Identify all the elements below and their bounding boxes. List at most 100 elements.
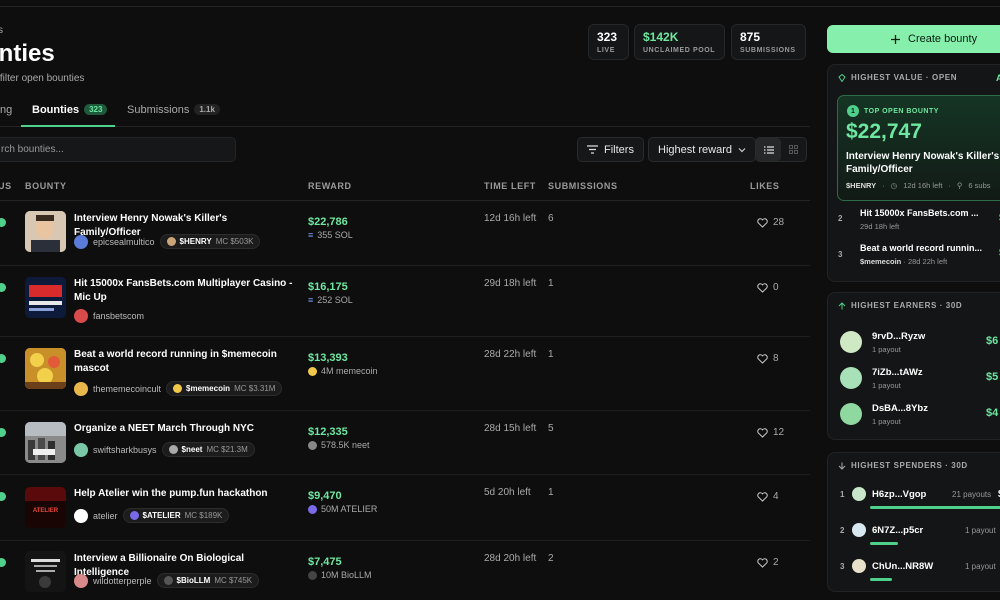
neet-icon (308, 440, 317, 450)
column-status[interactable]: US (0, 181, 12, 191)
table-row[interactable]: Organize a NEET March Through NYC swifts… (0, 411, 810, 475)
list-item[interactable]: 3 Beat a world record runnin... $memecoi… (838, 243, 1000, 273)
reward-token: 578.5K neet (308, 440, 370, 450)
spender-payouts: 21 payouts (952, 490, 992, 499)
sort-select[interactable]: Highest reward (648, 137, 756, 162)
creator-name[interactable]: atelier (93, 511, 118, 521)
coin-badge[interactable]: $neet MC $21.3M (161, 442, 255, 457)
page-title: unties (0, 40, 55, 67)
rank-number: 3 (840, 562, 845, 571)
view-all-link[interactable]: A (996, 73, 1000, 83)
coin-badge[interactable]: $memecoin MC $3.31M (166, 381, 283, 396)
spend-share-bar (870, 542, 898, 545)
stat-label: LIVE (597, 47, 615, 54)
creator-name[interactable]: swiftsharkbusys (93, 445, 157, 455)
submissions-icon: ⚲ (956, 181, 963, 190)
earner-name[interactable]: DsBA...8Ybz (872, 403, 928, 414)
search-input[interactable] (0, 138, 235, 161)
filters-label: Filters (604, 143, 634, 156)
bounty-creator: atelier $ATELIER MC $189K (74, 508, 230, 523)
page-subtitle: nd filter open bounties (0, 73, 85, 84)
column-likes[interactable]: LIKES (750, 181, 780, 191)
earner-name[interactable]: 7iZb...tAWz (872, 367, 923, 378)
create-bounty-label: Create bounty (908, 33, 978, 45)
coin-market-cap: MC $503K (215, 237, 254, 246)
create-bounty-button[interactable]: Create bounty (827, 25, 1000, 53)
heart-icon (757, 282, 768, 293)
coin-market-cap: MC $189K (184, 511, 223, 520)
bounty-title[interactable]: Hit 15000x FansBets.com Multiplayer Casi… (74, 277, 296, 305)
list-item[interactable]: 1 H6zp...Vgop 21 payouts $ (840, 487, 1000, 511)
bounty-title[interactable]: Help Atelier win the pump.fun hackathon (74, 487, 296, 501)
coin-badge[interactable]: $ATELIER MC $189K (122, 508, 230, 523)
tab-submissions[interactable]: Submissions 1.1k (127, 104, 220, 116)
status-dot (0, 218, 6, 227)
list-item[interactable]: 3 ChUn...NR8W 1 payout $ (840, 559, 1000, 583)
like-button[interactable]: 4 (757, 491, 779, 502)
column-time-left[interactable]: TIME LEFT (484, 181, 536, 191)
column-bounty[interactable]: BOUNTY (25, 181, 67, 191)
creator-name[interactable]: epicsealmultico (93, 237, 155, 247)
earner-payouts: 1 payout (872, 417, 901, 426)
creator-name[interactable]: wildotterperple (93, 576, 152, 586)
submission-count: 1 (548, 349, 554, 360)
coin-ticker: $HENRY (179, 237, 212, 246)
submission-count: 1 (548, 487, 554, 498)
tab-trending[interactable]: ng (0, 104, 12, 116)
bounty-thumbnail (25, 277, 66, 318)
list-item[interactable]: 2 Hit 15000x FansBets.com ... 29d 18h le… (838, 208, 1000, 238)
bounty-title[interactable]: Beat a world record running in $memecoin… (74, 348, 296, 376)
like-button[interactable]: 2 (757, 557, 779, 568)
like-button[interactable]: 28 (757, 217, 784, 228)
list-view-button[interactable] (756, 138, 781, 161)
tab-bounties[interactable]: Bounties 323 (32, 104, 108, 116)
submission-count: 6 (548, 213, 554, 224)
list-item-time: 28d 22h left (907, 257, 948, 266)
table-row[interactable]: Interview a Billionaire On Biological In… (0, 541, 810, 600)
coin-market-cap: MC $3.31M (234, 384, 276, 393)
like-count: 28 (773, 217, 785, 228)
chevron-down-icon (738, 147, 746, 152)
reward-usd: $7,475 (308, 556, 342, 568)
reward-token-amount: 50M ATELIER (321, 504, 378, 514)
column-reward[interactable]: REWARD (308, 181, 352, 191)
top-open-subs: 6 subs (968, 181, 991, 190)
creator-avatar (74, 508, 88, 523)
table-row[interactable]: ATELIER Help Atelier win the pump.fun ha… (0, 475, 810, 541)
coin-badge[interactable]: $HENRY MC $503K (159, 234, 261, 249)
creator-name[interactable]: fansbetscom (93, 311, 144, 321)
heart-icon (757, 427, 768, 438)
top-open-tag: 1 TOP OPEN BOUNTY (847, 105, 939, 117)
earner-amount: $5 (986, 371, 999, 383)
table-row[interactable]: Beat a world record running in $memecoin… (0, 337, 810, 411)
list-item-title: Hit 15000x FansBets.com ... (860, 208, 979, 218)
column-submissions[interactable]: SUBMISSIONS (548, 181, 618, 191)
reward-token-amount: 4M memecoin (321, 366, 378, 376)
bounties-main: s unties nd filter open bounties 323 LIV… (0, 0, 812, 600)
time-left: 28d 22h left (484, 349, 537, 360)
like-button[interactable]: 12 (757, 427, 784, 438)
rank-number: 1 (840, 490, 845, 499)
filters-button[interactable]: Filters (577, 137, 644, 162)
reward-usd: $9,470 (308, 490, 342, 502)
bounty-creator: fansbetscom (74, 309, 144, 323)
like-button[interactable]: 8 (757, 353, 779, 364)
list-item[interactable]: 2 6N7Z...p5cr 1 payout $6 (840, 523, 1000, 547)
reward-token: ≡ 252 SOL (308, 295, 353, 305)
like-button[interactable]: 0 (757, 282, 779, 293)
spender-name: ChUn...NR8W (872, 561, 934, 572)
bounty-title[interactable]: Organize a NEET March Through NYC (74, 422, 296, 436)
creator-name[interactable]: thememecoincult (93, 384, 161, 394)
table-row[interactable]: Hit 15000x FansBets.com Multiplayer Casi… (0, 266, 810, 337)
table-row[interactable]: Interview Henry Nowak's Killer's Family/… (0, 201, 810, 266)
tab-count-badge: 323 (84, 104, 108, 115)
reward-token-amount: 355 SOL (317, 230, 353, 240)
coin-icon (168, 445, 178, 454)
coin-badge[interactable]: $BioLLM MC $745K (156, 573, 260, 588)
reward-token-amount: 578.5K neet (321, 440, 370, 450)
reward-usd: $22,786 (308, 216, 348, 228)
earner-name[interactable]: 9rvD...Ryzw (872, 331, 925, 342)
top-open-bounty[interactable]: 1 TOP OPEN BOUNTY $22,747 Interview Henr… (837, 95, 1000, 201)
coin-market-cap: MC $745K (214, 576, 253, 585)
grid-view-button[interactable] (781, 138, 806, 161)
